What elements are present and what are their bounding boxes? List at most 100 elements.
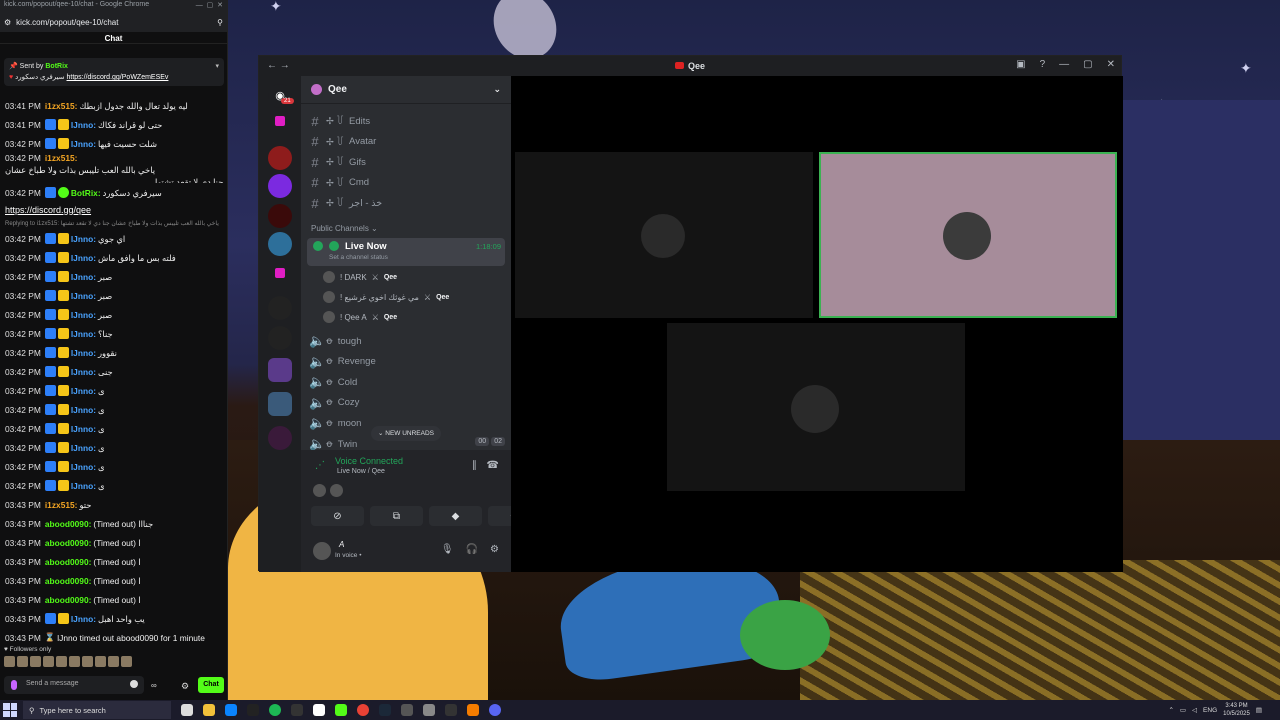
username[interactable]: lJnno: <box>71 462 96 472</box>
category-public-channels[interactable]: Public Channels ⌄ <box>311 224 378 233</box>
emote[interactable] <box>69 656 80 667</box>
text-channel[interactable]: # ✢ ꒦ Avatar <box>309 133 503 151</box>
camera-off-button[interactable]: ⊘ <box>311 506 364 526</box>
username[interactable]: lJnno: <box>71 253 96 263</box>
username[interactable]: lJnno: <box>71 386 96 396</box>
username[interactable]: lJnno: <box>71 614 96 624</box>
username[interactable]: lJnno: <box>71 424 96 434</box>
emote[interactable] <box>4 656 15 667</box>
server-icon[interactable] <box>268 146 292 170</box>
server-icon[interactable] <box>275 268 285 278</box>
windows-start-icon[interactable] <box>3 703 17 717</box>
server-folder[interactable] <box>268 392 292 416</box>
emote[interactable] <box>82 656 93 667</box>
app-icon[interactable] <box>445 704 457 716</box>
gear-icon[interactable]: ⚙ <box>181 681 189 692</box>
server-header[interactable]: Qee ⌄ <box>301 76 511 104</box>
emote[interactable] <box>108 656 119 667</box>
app-icon[interactable] <box>291 704 303 716</box>
screen-share-button[interactable]: ⧉ <box>370 506 423 526</box>
task-view-icon[interactable] <box>181 704 193 716</box>
server-icon[interactable] <box>275 116 285 126</box>
avatar[interactable] <box>313 484 326 497</box>
screen-icon[interactable]: ▣ <box>1016 59 1025 70</box>
username[interactable]: lJnno: <box>71 272 96 282</box>
server-icon[interactable] <box>268 174 292 198</box>
emote[interactable] <box>56 656 67 667</box>
maximize-icon[interactable]: ▢ <box>1083 59 1092 70</box>
emote[interactable] <box>30 656 41 667</box>
spotify-icon[interactable] <box>269 704 281 716</box>
microphone-icon[interactable]: 🎙 <box>441 544 454 555</box>
notepad-icon[interactable] <box>313 704 325 716</box>
pinned-message[interactable]: 📌 Sent by BotRix ♥ سيرفري دسكورد https:/… <box>4 58 224 86</box>
username[interactable]: abood0090: <box>45 557 92 567</box>
username[interactable]: abood0090: <box>45 519 92 529</box>
avatar[interactable] <box>330 484 343 497</box>
site-settings-icon[interactable]: ⚙ <box>4 18 11 27</box>
voice-channel[interactable]: 🔈 ꝋ Revenge <box>309 353 503 371</box>
help-icon[interactable]: ? <box>1040 59 1046 70</box>
username[interactable]: lJnno: <box>71 329 96 339</box>
emote-row[interactable] <box>0 653 228 670</box>
send-message-input[interactable]: Send a message <box>4 676 144 694</box>
voice-channel-live-now[interactable]: Live Now Set a channel status 1:18:09 <box>307 238 505 266</box>
text-channel[interactable]: # ✢ ꒦ Gifs <box>309 153 503 171</box>
chevron-up-icon[interactable]: ⌃ <box>1168 706 1173 714</box>
username[interactable]: lJnno: <box>71 139 96 149</box>
headphones-icon[interactable]: 🎧 <box>466 544 478 555</box>
new-unreads-pill[interactable]: ⌄ NEW UNREADS <box>371 426 441 441</box>
participant-tile[interactable] <box>667 323 965 491</box>
username[interactable]: i1zx515: <box>45 500 78 510</box>
voice-channel[interactable]: 🔈 ꝋ tough <box>309 332 503 350</box>
username[interactable]: lJnno: <box>71 367 96 377</box>
username[interactable]: lJnno: <box>71 348 96 358</box>
avatar[interactable] <box>313 542 331 560</box>
emote[interactable] <box>121 656 132 667</box>
server-icon[interactable] <box>268 296 292 320</box>
chevron-down-icon[interactable]: ⌄ <box>493 84 501 95</box>
username[interactable]: lJnno: <box>71 120 96 130</box>
emote[interactable] <box>95 656 106 667</box>
server-icon[interactable] <box>268 204 292 228</box>
emote[interactable] <box>43 656 54 667</box>
text-channel[interactable]: # ✢ ꒦ خذ - اجر <box>309 194 503 212</box>
emote[interactable] <box>17 656 28 667</box>
voice-channel[interactable]: 🔈 ꝋ Cozy <box>309 394 503 412</box>
chevron-down-icon[interactable]: ▾ <box>215 61 219 72</box>
pinned-link[interactable]: https://discord.gg/PoWZemESEv <box>67 74 169 81</box>
search-icon[interactable]: ⚲ <box>217 18 223 27</box>
notification-icon[interactable]: ▤ <box>1256 706 1262 714</box>
voice-connected-label[interactable]: Voice Connected <box>335 456 403 466</box>
text-channel[interactable]: # ✢ ꒦ Edits <box>309 112 503 130</box>
minimize-icon[interactable]: — <box>1059 59 1069 70</box>
username[interactable]: abood0090: <box>45 595 92 605</box>
server-folder[interactable] <box>268 358 292 382</box>
activities-button[interactable]: ◆ <box>429 506 482 526</box>
server-icon[interactable] <box>268 426 292 450</box>
close-icon[interactable]: ✕ <box>1107 59 1115 70</box>
username[interactable]: lJnno: <box>71 405 96 415</box>
app-icon[interactable] <box>467 704 479 716</box>
chat-message-list[interactable]: 03:41 PM i1zx515: ليه يولد تعال والله جدول… <box>5 96 225 647</box>
address-bar[interactable]: ⚙ kick.com/popout/qee-10/chat ⚲ <box>0 12 227 32</box>
username[interactable]: lJnno: <box>71 481 96 491</box>
mic-icon[interactable] <box>11 680 17 690</box>
chrome-icon[interactable] <box>357 704 369 716</box>
server-icon[interactable] <box>268 326 292 350</box>
infinity-icon[interactable]: ∞ <box>151 681 157 690</box>
chat-send-button[interactable]: Chat <box>198 677 224 693</box>
username[interactable]: lJnno: <box>71 310 96 320</box>
discord-icon[interactable] <box>489 704 501 716</box>
username[interactable]: i1zx515: <box>45 101 78 111</box>
username[interactable]: abood0090: <box>45 576 92 586</box>
signal-icon[interactable]: ⋰ <box>315 460 325 471</box>
noise-suppression-icon[interactable]: ∥ <box>472 460 477 471</box>
window-controls[interactable]: ▣ ? — ▢ ✕ <box>1016 59 1115 70</box>
chat-link[interactable]: https://discord.gg/qee <box>5 205 91 215</box>
username[interactable]: lJnno: <box>71 234 96 244</box>
back-forward-icons[interactable]: ← → <box>267 60 290 71</box>
language-indicator[interactable]: ENG <box>1203 707 1217 714</box>
app-icon[interactable] <box>401 704 413 716</box>
participant-tile-speaking[interactable] <box>819 152 1117 318</box>
